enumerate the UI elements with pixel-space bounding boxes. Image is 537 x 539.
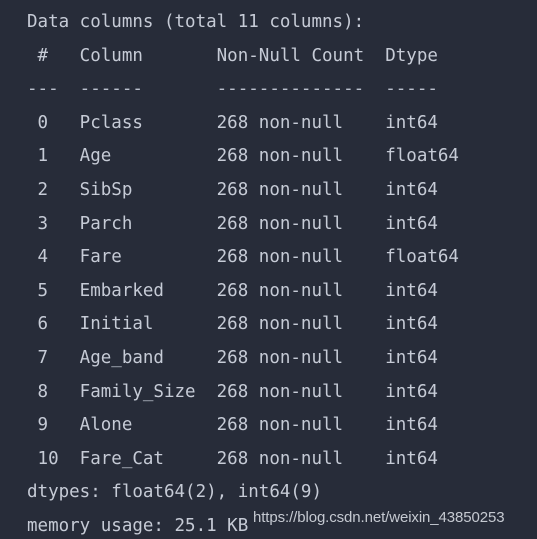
column-header-row: # Column Non-Null Count Dtype [27,45,449,66]
table-row: 5 Embarked 268 non-null int64 [27,280,459,301]
table-row: 1 Age 268 non-null float64 [27,146,459,167]
table-row: 8 Family_Size 268 non-null int64 [27,381,459,402]
memory-usage-summary: memory usage: 25.1 KB [27,515,249,536]
table-row: 4 Fare 268 non-null float64 [27,247,459,268]
dataframe-info-output: Data columns (total 11 columns): # Colum… [0,0,537,539]
data-columns-title: Data columns (total 11 columns): [27,12,365,32]
header-separator-row: --- ------ -------------- ----- [27,79,449,100]
table-row: 2 SibSp 268 non-null int64 [27,179,459,200]
terminal-output-screen: Data columns (total 11 columns): # Colum… [0,0,537,539]
table-row: 6 Initial 268 non-null int64 [27,314,459,335]
table-row: 3 Parch 268 non-null int64 [27,213,459,234]
table-row: 9 Alone 268 non-null int64 [27,415,459,436]
dtypes-summary: dtypes: float64(2), int64(9) [27,482,323,503]
table-row: 7 Age_band 268 non-null int64 [27,347,459,368]
table-row: 10 Fare_Cat 268 non-null int64 [27,448,459,469]
table-row: 0 Pclass 268 non-null int64 [27,112,459,133]
